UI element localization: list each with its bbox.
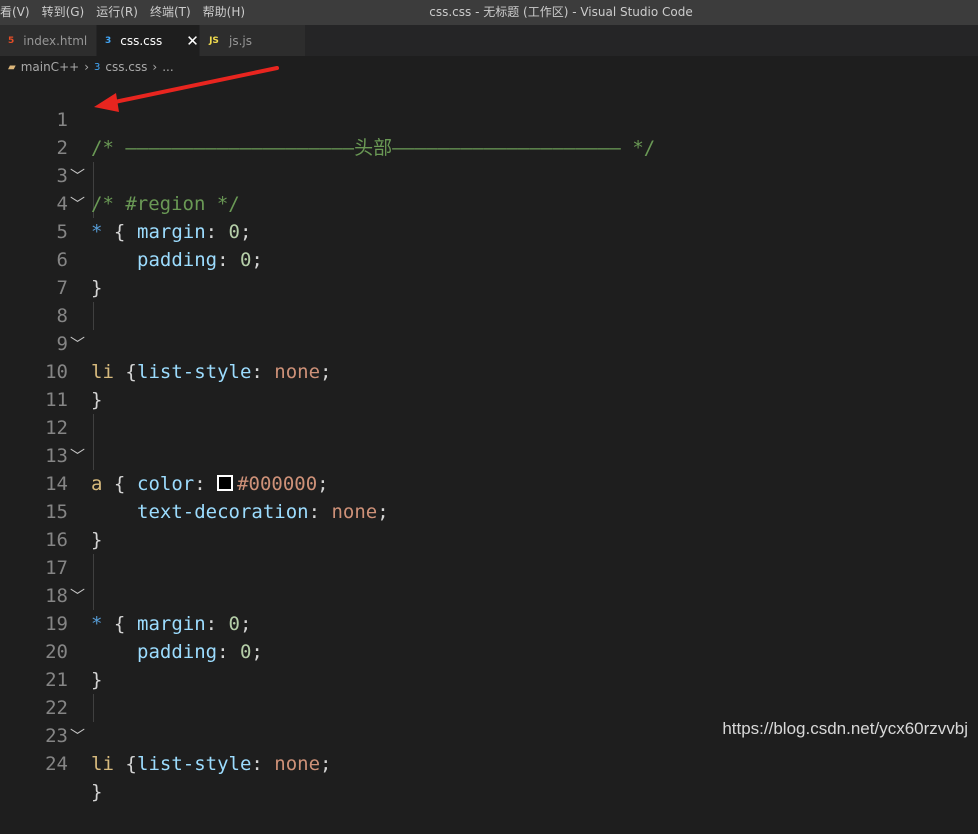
code-line[interactable]: 5 padding: 0; xyxy=(0,190,978,271)
menu-terminal[interactable]: 终端(T) xyxy=(144,0,197,25)
brace: } xyxy=(91,781,103,803)
breadcrumb-folder[interactable]: mainC++ xyxy=(21,60,79,74)
brace: { xyxy=(113,753,137,775)
code-line[interactable]: 23 list-style: none; xyxy=(0,694,978,775)
code-line[interactable]: 21 xyxy=(0,638,978,691)
tab-index-html[interactable]: 5 index.html xyxy=(0,25,97,56)
code-line[interactable]: 4 margin: 0; xyxy=(0,162,978,243)
tab-label: js.js xyxy=(229,33,252,48)
code-line[interactable]: 17 ﹀ * { xyxy=(0,526,978,635)
tab-bar: 5 index.html 3 css.css ✕ JS js.js xyxy=(0,25,978,56)
code-line[interactable]: 6 } xyxy=(0,218,978,299)
code-line[interactable]: 18 margin: 0; xyxy=(0,554,978,635)
menu-run[interactable]: 运行(R) xyxy=(90,0,144,25)
menu-go[interactable]: 转到(G) xyxy=(36,0,91,25)
breadcrumb-file[interactable]: css.css xyxy=(105,60,147,74)
code-line[interactable]: 7 xyxy=(0,246,978,299)
property: list-style xyxy=(137,753,252,775)
breadcrumb-more[interactable]: ... xyxy=(162,60,173,74)
code-editor[interactable]: 1 /* ————————————————————头部—————————————… xyxy=(0,78,978,803)
code-line[interactable]: 8 ﹀ li { xyxy=(0,274,978,383)
menu-view[interactable]: 看(V) xyxy=(0,0,36,25)
code-line[interactable]: 13 color: #000000; xyxy=(0,414,978,495)
code-line[interactable]: 10 } xyxy=(0,330,978,411)
close-icon[interactable]: ✕ xyxy=(186,32,199,50)
js-file-icon: JS xyxy=(209,35,219,46)
code-line[interactable]: 11 xyxy=(0,358,978,411)
selector: li xyxy=(91,753,114,775)
code-line[interactable]: 22 ﹀ li { xyxy=(0,666,978,775)
chevron-right-icon: › xyxy=(84,60,89,74)
css-file-icon: 3 xyxy=(94,61,101,73)
code-line[interactable]: 12 ﹀ a { xyxy=(0,386,978,495)
tab-js-js[interactable]: JS js.js xyxy=(200,25,306,56)
value: none xyxy=(274,753,321,775)
chevron-right-icon: › xyxy=(152,60,158,74)
line-number: 24 xyxy=(45,753,68,775)
tab-css-css[interactable]: 3 css.css ✕ xyxy=(97,25,200,56)
breadcrumb: ▰ mainC++ › 3 css.css › ... xyxy=(0,56,978,78)
code-line[interactable]: 1 /* ————————————————————头部—————————————… xyxy=(0,78,978,159)
code-line[interactable]: 16 xyxy=(0,498,978,551)
html-file-icon: 5 xyxy=(8,35,15,46)
watermark: https://blog.csdn.net/ycx60rzvvbj xyxy=(722,719,968,738)
code-line[interactable]: 20 } xyxy=(0,610,978,691)
code-line[interactable]: 2 ﹀ /* #region */ xyxy=(0,106,978,215)
code-line[interactable]: 14 text-decoration: none; xyxy=(0,442,978,523)
tab-label: css.css xyxy=(120,33,163,48)
code-line[interactable]: 3 ﹀ * { xyxy=(0,134,978,243)
code-line[interactable]: 15 } xyxy=(0,470,978,551)
menu-bar: 看(V) 转到(G) 运行(R) 终端(T) 帮助(H) xyxy=(0,0,251,25)
title-bar: 看(V) 转到(G) 运行(R) 终端(T) 帮助(H) css.css - 无… xyxy=(0,0,978,25)
folder-icon: ▰ xyxy=(8,61,16,73)
code-line[interactable]: 9 list-style: none; xyxy=(0,302,978,383)
code-line[interactable]: 19 padding: 0; xyxy=(0,582,978,663)
menu-help[interactable]: 帮助(H) xyxy=(197,0,251,25)
css-file-icon: 3 xyxy=(105,35,112,46)
tab-label: index.html xyxy=(23,33,88,48)
